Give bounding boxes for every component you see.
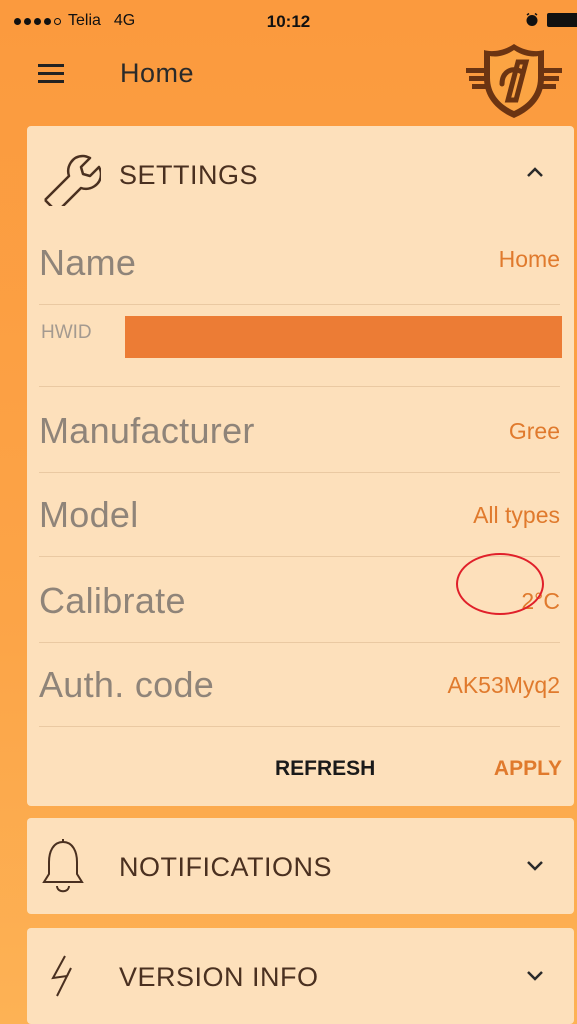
alarm-icon [526,13,538,26]
row-label: Model [39,494,139,535]
refresh-button[interactable]: REFRESH [275,757,375,781]
status-icons [525,13,577,27]
notifications-card[interactable]: NOTIFICATIONS [27,818,574,914]
settings-row-model[interactable]: Model All types [39,472,560,557]
settings-card: SETTINGS Name Home HWID Manufacturer Gre… [27,126,574,806]
row-label: Manufacturer [39,410,255,451]
notifications-title: NOTIFICATIONS [119,852,332,882]
chevron-down-icon[interactable] [526,860,544,872]
row-label: Calibrate [39,580,186,621]
row-label: Auth. code [39,664,215,705]
settings-row-hwid[interactable]: HWID [39,304,562,387]
settings-row-name[interactable]: Name Home [39,222,560,305]
lightning-icon [51,955,72,997]
hwid-redaction [125,316,562,358]
status-bar: Telia 4G 10:12 [0,0,577,40]
version-info-title: VERSION INFO [119,962,319,992]
status-time: 10:12 [266,12,311,31]
apply-button[interactable]: APPLY [494,757,562,781]
row-label: Name [39,242,137,283]
row-label: HWID [41,322,92,343]
row-value: Home [498,246,560,272]
settings-row-manufacturer[interactable]: Manufacturer Gree [39,386,560,473]
chevron-down-icon[interactable] [526,970,544,982]
chevron-up-icon[interactable] [526,166,544,178]
row-value: All types [473,502,560,528]
row-value: AK53Myq2 [447,672,560,698]
battery-icon [547,13,577,27]
version-info-card[interactable]: VERSION INFO [27,928,574,1024]
settings-header[interactable]: SETTINGS [27,126,574,222]
menu-icon[interactable] [38,64,64,88]
wrench-icon [44,154,101,206]
settings-title: SETTINGS [119,160,259,190]
bell-icon [42,839,84,893]
annotation-circle [456,553,544,615]
row-value: Gree [508,418,560,444]
logo-icon [466,44,562,118]
page-title: Home [120,58,195,88]
settings-row-auth-code[interactable]: Auth. code AK53Myq2 [39,642,560,727]
